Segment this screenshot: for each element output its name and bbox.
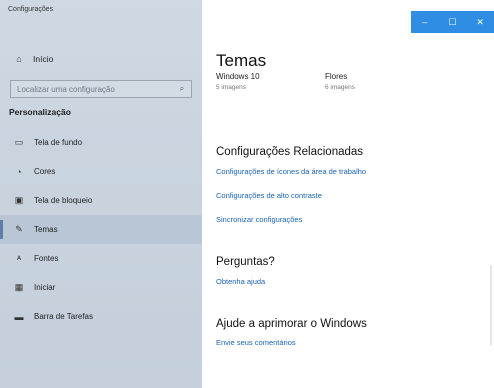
window-controls: – ☐ ✕ bbox=[411, 11, 494, 33]
related-settings-heading: Configurações Relacionadas bbox=[216, 146, 364, 158]
sidebar-item-label: Barra de Tarefas bbox=[34, 312, 93, 321]
sidebar-item-label: Cores bbox=[34, 167, 56, 176]
sidebar-item-home[interactable]: ⌂ Início bbox=[0, 48, 202, 70]
settings-window: Configurações ⌂ Início Localizar uma con… bbox=[0, 0, 494, 388]
page-title: Temas bbox=[216, 51, 267, 70]
theme-windows-10[interactable]: Windows 10 5 imagens bbox=[216, 72, 260, 91]
sidebar-nav: ▭ Tela de fundo ◔ Cores ▣ Tela de bloque… bbox=[0, 128, 202, 331]
sidebar: Configurações ⌂ Início Localizar uma con… bbox=[0, 0, 202, 388]
sidebar-item-label: Início bbox=[33, 54, 54, 64]
lock-screen-icon: ▣ bbox=[14, 195, 24, 205]
sidebar-item-background[interactable]: ▭ Tela de fundo bbox=[0, 128, 202, 157]
sidebar-item-lock-screen[interactable]: ▣ Tela de bloqueio bbox=[0, 186, 202, 215]
sync-settings-link[interactable]: Sincronizar configurações bbox=[216, 215, 302, 224]
search-icon: ⌕ bbox=[179, 84, 185, 93]
questions-heading: Perguntas? bbox=[216, 256, 275, 268]
home-icon: ⌂ bbox=[16, 54, 22, 64]
sidebar-item-label: Tela de fundo bbox=[34, 138, 83, 147]
search-input[interactable]: Localizar uma configuração ⌕ bbox=[10, 80, 192, 98]
sidebar-item-themes[interactable]: ✎ Temas bbox=[0, 215, 202, 244]
theme-name: Windows 10 bbox=[216, 72, 260, 81]
improve-windows-heading: Ajude a aprimorar o Windows bbox=[216, 318, 367, 330]
sidebar-item-colors[interactable]: ◔ Cores bbox=[0, 157, 202, 186]
sidebar-item-label: Fontes bbox=[34, 254, 59, 263]
font-icon: ᴬ bbox=[16, 253, 22, 264]
section-title: Personalização bbox=[9, 107, 71, 117]
sidebar-item-label: Tela de bloqueio bbox=[34, 196, 93, 205]
close-button[interactable]: ✕ bbox=[466, 11, 494, 33]
taskbar-icon: ▬ bbox=[14, 311, 24, 322]
sidebar-item-label: Iniciar bbox=[34, 283, 56, 292]
scrollbar-track[interactable] bbox=[490, 265, 492, 345]
theme-count: 6 imagens bbox=[325, 84, 355, 91]
send-feedback-link[interactable]: Envie seus comentários bbox=[216, 338, 296, 347]
brush-icon: ✎ bbox=[15, 224, 23, 234]
picture-icon: ▭ bbox=[14, 137, 24, 147]
get-help-link[interactable]: Obtenha ajuda bbox=[216, 277, 265, 286]
high-contrast-settings-link[interactable]: Configurações de alto contraste bbox=[216, 191, 322, 200]
sidebar-item-fonts[interactable]: ᴬ Fontes bbox=[0, 244, 202, 273]
app-title: Configurações bbox=[8, 6, 54, 13]
search-placeholder: Localizar uma configuração bbox=[17, 84, 115, 94]
desktop-icons-settings-link[interactable]: Configurações de ícones da área de traba… bbox=[216, 167, 366, 176]
palette-icon: ◔ bbox=[16, 166, 22, 177]
theme-name: Flores bbox=[325, 72, 348, 81]
sidebar-item-start[interactable]: ▦ Iniciar bbox=[0, 273, 202, 302]
sidebar-item-taskbar[interactable]: ▬ Barra de Tarefas bbox=[0, 302, 202, 331]
minimize-button[interactable]: – bbox=[411, 11, 439, 33]
start-grid-icon: ▦ bbox=[14, 282, 24, 292]
maximize-button[interactable]: ☐ bbox=[439, 11, 467, 33]
theme-flores[interactable]: Flores 6 imagens bbox=[325, 72, 355, 91]
sidebar-item-label: Temas bbox=[34, 225, 58, 234]
theme-count: 5 imagens bbox=[216, 84, 246, 91]
